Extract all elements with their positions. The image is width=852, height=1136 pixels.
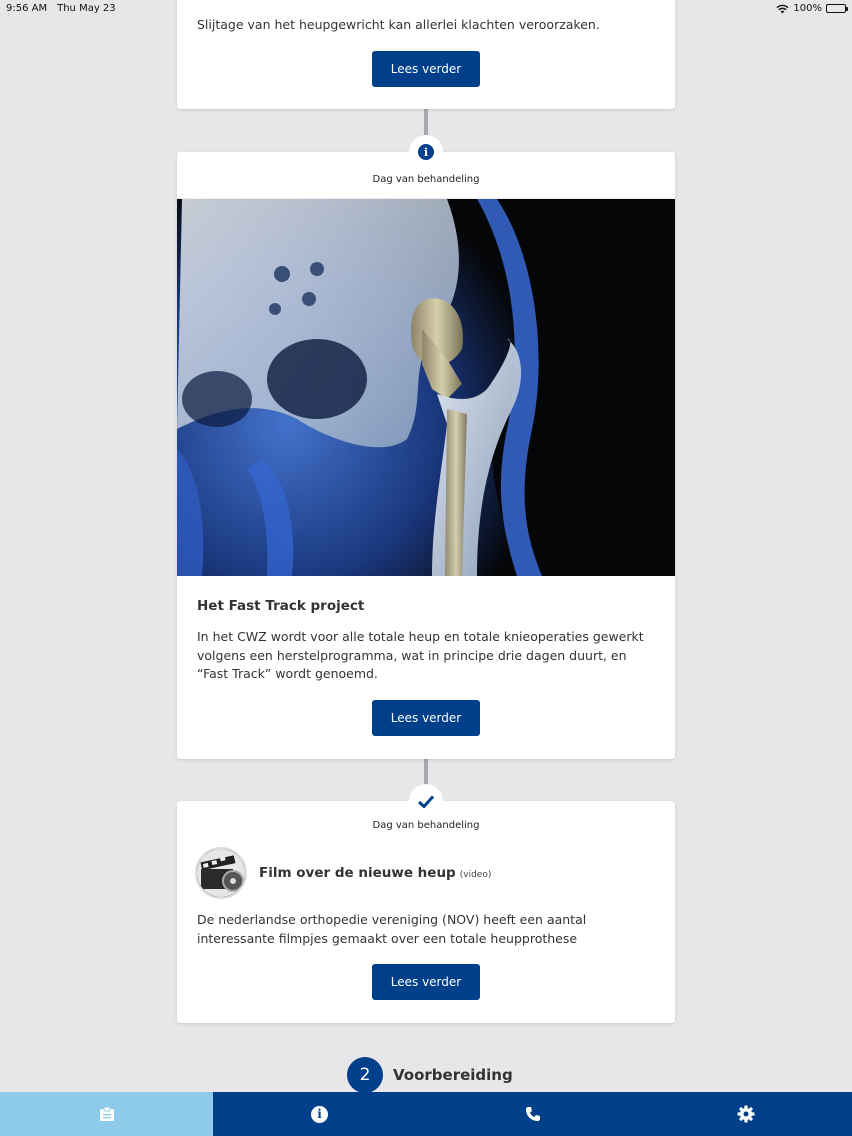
- card-text: De nederlandse orthopedie vereniging (NO…: [197, 912, 587, 946]
- read-more-button[interactable]: Lees verder: [372, 51, 480, 87]
- read-more-button[interactable]: Lees verder: [372, 964, 480, 1000]
- wifi-icon: [776, 4, 789, 13]
- step-label: Voorbereiding: [393, 1066, 513, 1084]
- tab-timeline[interactable]: [0, 1092, 213, 1136]
- info-icon: i: [418, 144, 434, 160]
- card-text: Slijtage van het heupgewricht kan allerl…: [197, 17, 600, 32]
- status-right: 100%: [776, 3, 848, 14]
- tab-contact[interactable]: [426, 1092, 639, 1136]
- battery-icon: [826, 4, 848, 13]
- bottom-tab-bar: i: [0, 1092, 852, 1136]
- clipboard-icon: [99, 1106, 114, 1121]
- card-title: Film over de nieuwe heup: [259, 865, 456, 881]
- film-card: Dag van behandeling Film over de nieuwe …: [177, 801, 675, 1023]
- status-bar: 9:56 AM Thu May 23 100%: [0, 0, 852, 17]
- checkmark-icon: [418, 794, 434, 808]
- film-reel-icon: [195, 847, 247, 899]
- fast-track-card: Dag van behandeling Het Fast Track proje…: [177, 152, 675, 759]
- hip-xray-image: [177, 199, 675, 576]
- info-icon: i: [311, 1105, 328, 1123]
- gear-icon: [737, 1105, 754, 1123]
- timeline-node: i: [409, 135, 443, 169]
- section-voorbereiding[interactable]: 2 Voorbereiding: [347, 1057, 513, 1093]
- battery-percent: 100%: [793, 3, 822, 14]
- phone-icon: [525, 1107, 540, 1121]
- status-time: 9:56 AM: [6, 3, 48, 14]
- card-text: In het CWZ wordt voor alle totale heup e…: [197, 629, 644, 681]
- film-thumbnail: [195, 847, 247, 899]
- timeline-node: [409, 784, 443, 818]
- tab-settings[interactable]: [639, 1092, 852, 1136]
- status-date: Thu May 23: [57, 3, 116, 14]
- film-title-row: Film over de nieuwe heup (video): [259, 865, 491, 881]
- tab-info[interactable]: i: [213, 1092, 426, 1136]
- read-more-button[interactable]: Lees verder: [372, 700, 480, 736]
- card-title: Het Fast Track project: [197, 598, 365, 614]
- video-tag: (video): [459, 870, 492, 880]
- step-number: 2: [347, 1057, 383, 1093]
